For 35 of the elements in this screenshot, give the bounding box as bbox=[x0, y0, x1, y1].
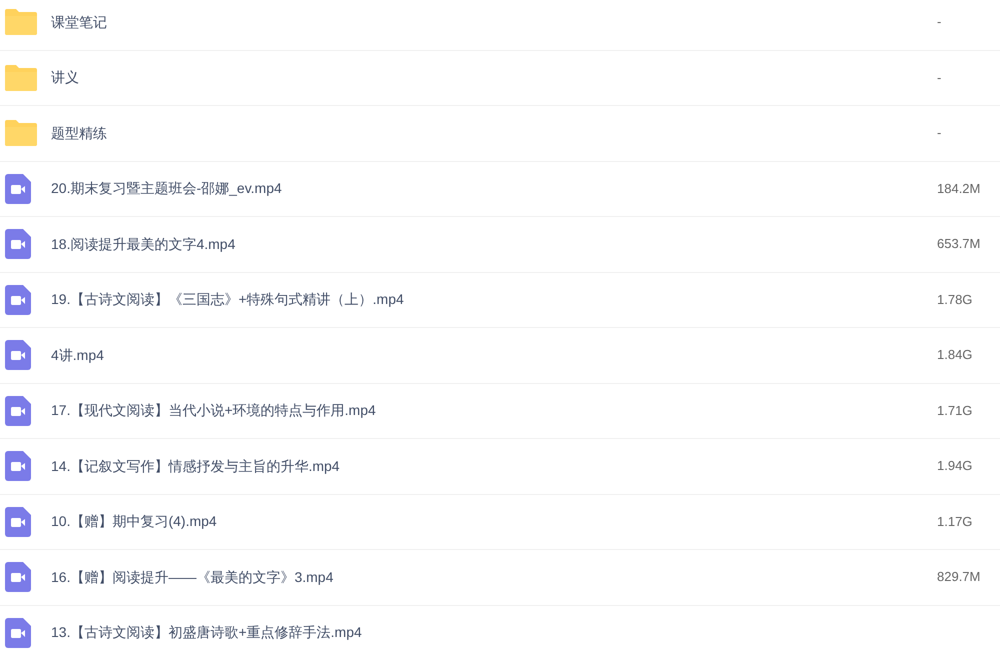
file-size: 1.71G bbox=[937, 402, 972, 418]
file-name[interactable]: 19.【古诗文阅读】《三国志》+特殊句式精讲（上）.mp4 bbox=[51, 289, 404, 310]
file-size: - bbox=[937, 125, 942, 140]
file-size: 1.84G bbox=[937, 347, 972, 362]
file-name[interactable]: 18.阅读提升最美的文字4.mp4 bbox=[51, 234, 236, 255]
folder-icon bbox=[5, 64, 37, 91]
file-size: 829.7M bbox=[937, 569, 980, 584]
file-name[interactable]: 课堂笔记 bbox=[51, 12, 107, 33]
file-size: 1.78G bbox=[937, 292, 972, 307]
video-file-icon bbox=[5, 562, 31, 592]
video-file-icon bbox=[5, 174, 31, 204]
file-name[interactable]: 4讲.mp4 bbox=[51, 344, 104, 366]
video-file-icon bbox=[5, 506, 31, 537]
file-size: 184.2M bbox=[937, 180, 980, 196]
file-name[interactable]: 16.【赠】阅读提升——《最美的文字》3.mp4 bbox=[51, 566, 334, 588]
file-name[interactable]: 10.【赠】期中复习(4).mp4 bbox=[51, 511, 217, 532]
file-size: - bbox=[937, 14, 942, 30]
file-name[interactable]: 题型精练 bbox=[51, 122, 107, 144]
video-file-icon bbox=[5, 229, 31, 260]
file-name[interactable]: 17.【现代文阅读】当代小说+环境的特点与作用.mp4 bbox=[51, 400, 376, 422]
file-size: - bbox=[937, 70, 942, 85]
folder-icon bbox=[5, 9, 37, 36]
video-file-icon bbox=[5, 451, 31, 482]
video-file-icon bbox=[5, 396, 31, 426]
file-size: 1.94G bbox=[937, 458, 972, 474]
video-file-icon bbox=[5, 340, 31, 370]
file-size: 653.7M bbox=[937, 236, 980, 252]
file-name[interactable]: 20.期末复习暨主题班会-邵娜_ev.mp4 bbox=[51, 178, 282, 200]
video-file-icon bbox=[5, 284, 31, 315]
file-name[interactable]: 14.【记叙文写作】情感抒发与主旨的升华.mp4 bbox=[51, 456, 340, 477]
file-name[interactable]: 13.【古诗文阅读】初盛唐诗歌+重点修辞手法.mp4 bbox=[51, 622, 362, 644]
folder-icon bbox=[5, 120, 37, 146]
file-name[interactable]: 讲义 bbox=[51, 67, 79, 88]
video-file-icon bbox=[5, 618, 31, 648]
file-size: 1.17G bbox=[937, 514, 972, 529]
